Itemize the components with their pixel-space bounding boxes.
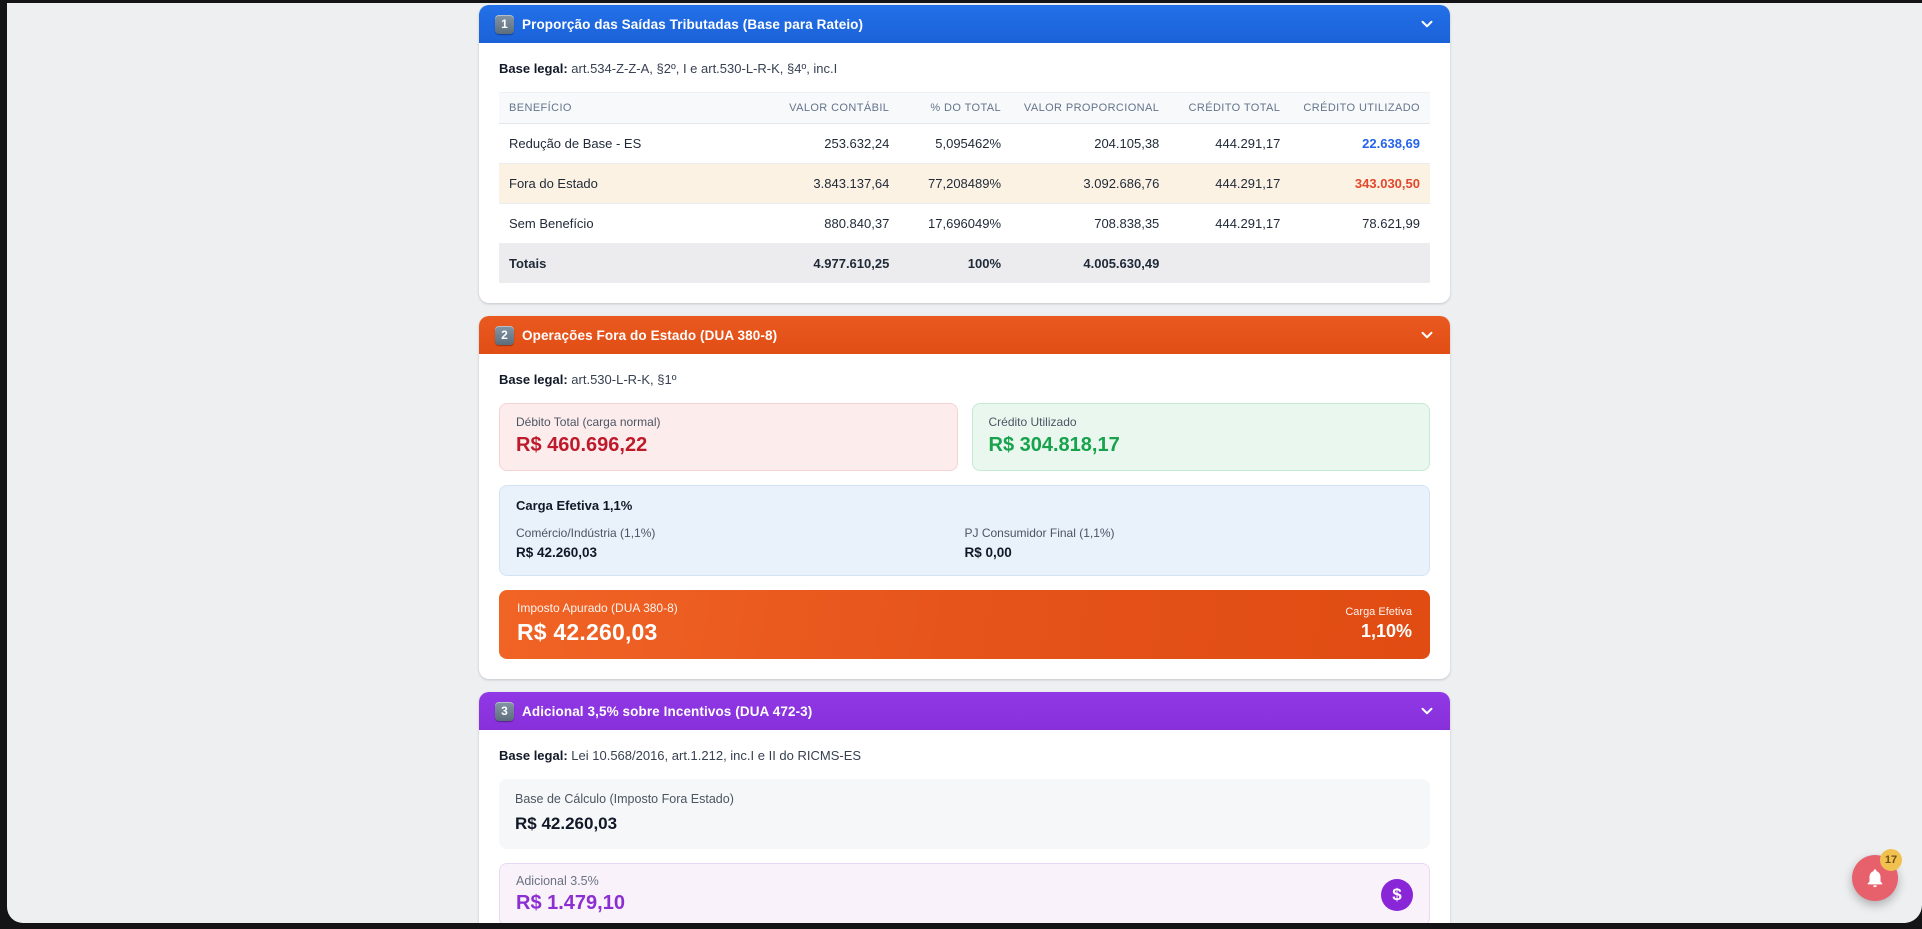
section3-body: Base legal: Lei 10.568/2016, art.1.212, …: [479, 730, 1450, 923]
cell-valor-contabil: 3.843.137,64: [750, 164, 899, 204]
main-content: 1 Proporção das Saídas Tributadas (Base …: [479, 3, 1450, 923]
cell-pct: 77,208489%: [899, 164, 1011, 204]
section-operacoes-fora-estado: 2 Operações Fora do Estado (DUA 380-8) B…: [479, 316, 1450, 679]
cell-totals-pct: 100%: [899, 244, 1011, 284]
cell-benefit: Sem Benefício: [499, 204, 750, 244]
imposto-apurado-block: Imposto Apurado (DUA 380-8) R$ 42.260,03: [517, 601, 678, 646]
credito-utilizado-value: R$ 304.818,17: [989, 434, 1414, 457]
table-totals-row: Totais 4.977.610,25 100% 4.005.630,49: [499, 244, 1430, 284]
col-pct-total: % DO TOTAL: [899, 93, 1011, 124]
section1-base-legal: Base legal: art.534-Z-Z-A, §2º, I e art.…: [499, 61, 1430, 76]
col-valor-contabil: VALOR CONTÁBIL: [750, 93, 899, 124]
keycap-3-icon: 3: [495, 702, 514, 721]
section2-title: Operações Fora do Estado (DUA 380-8): [522, 328, 777, 343]
base-legal-label: Base legal:: [499, 748, 568, 763]
cell-valor-contabil: 880.840,37: [750, 204, 899, 244]
cell-valor-proporcional: 204.105,38: [1011, 124, 1169, 164]
banner-carga-efetiva-value: 1,10%: [1345, 621, 1412, 642]
section1-title: Proporção das Saídas Tributadas (Base pa…: [522, 17, 863, 32]
pj-consumidor-block: PJ Consumidor Final (1,1%) R$ 0,00: [965, 526, 1414, 560]
keycap-2-icon: 2: [495, 326, 514, 345]
cell-credito-utilizado: 78.621,99: [1290, 204, 1430, 244]
cell-benefit: Redução de Base - ES: [499, 124, 750, 164]
base-legal-text: art.534-Z-Z-A, §2º, I e art.530-L-R-K, §…: [571, 61, 837, 76]
cell-credito-total: 444.291,17: [1169, 164, 1290, 204]
section2-header[interactable]: 2 Operações Fora do Estado (DUA 380-8): [479, 316, 1450, 354]
section2-base-legal: Base legal: art.530-L-R-K, §1º: [499, 372, 1430, 387]
section-proporcao-saidas: 1 Proporção das Saídas Tributadas (Base …: [479, 5, 1450, 303]
debito-total-value: R$ 460.696,22: [516, 434, 941, 457]
rateio-table: BENEFÍCIO VALOR CONTÁBIL % DO TOTAL VALO…: [499, 92, 1430, 283]
table-row: Redução de Base - ES 253.632,24 5,095462…: [499, 124, 1430, 164]
chevron-down-icon[interactable]: [1418, 326, 1436, 344]
carga-efetiva-grid: Comércio/Indústria (1,1%) R$ 42.260,03 P…: [516, 526, 1413, 560]
cell-totals-label: Totais: [499, 244, 750, 284]
col-credito-total: CRÉDITO TOTAL: [1169, 93, 1290, 124]
cell-totals-credito-utilizado: [1290, 244, 1430, 284]
bell-icon: [1864, 867, 1886, 889]
cell-valor-proporcional: 708.838,35: [1011, 204, 1169, 244]
cell-credito-total: 444.291,17: [1169, 204, 1290, 244]
cell-credito-utilizado: 22.638,69: [1290, 124, 1430, 164]
table-row: Sem Benefício 880.840,37 17,696049% 708.…: [499, 204, 1430, 244]
cell-totals-valor-proporcional: 4.005.630,49: [1011, 244, 1169, 284]
pj-consumidor-value: R$ 0,00: [965, 545, 1414, 560]
col-credito-utilizado: CRÉDITO UTILIZADO: [1290, 93, 1430, 124]
dollar-circle-icon: $: [1381, 879, 1413, 911]
cell-pct: 5,095462%: [899, 124, 1011, 164]
chevron-down-icon[interactable]: [1418, 15, 1436, 33]
col-beneficio: BENEFÍCIO: [499, 93, 750, 124]
carga-efetiva-card: Carga Efetiva 1,1% Comércio/Indústria (1…: [499, 485, 1430, 576]
carga-efetiva-title: Carga Efetiva 1,1%: [516, 498, 1413, 513]
table-row-highlighted: Fora do Estado 3.843.137,64 77,208489% 3…: [499, 164, 1430, 204]
col-valor-proporcional: VALOR PROPORCIONAL: [1011, 93, 1169, 124]
section1-body: Base legal: art.534-Z-Z-A, §2º, I e art.…: [479, 43, 1450, 303]
section3-base-legal: Base legal: Lei 10.568/2016, art.1.212, …: [499, 748, 1430, 763]
credito-utilizado-card: Crédito Utilizado R$ 304.818,17: [972, 403, 1431, 471]
cell-benefit: Fora do Estado: [499, 164, 750, 204]
imposto-apurado-value: R$ 42.260,03: [517, 619, 678, 646]
adicional-value: R$ 1.479,10: [516, 892, 625, 915]
carga-efetiva-block: Carga Efetiva 1,10%: [1345, 606, 1412, 642]
notifications-badge: 17: [1880, 849, 1902, 871]
cell-valor-proporcional: 3.092.686,76: [1011, 164, 1169, 204]
section3-title: Adicional 3,5% sobre Incentivos (DUA 472…: [522, 704, 812, 719]
credito-utilizado-label: Crédito Utilizado: [989, 415, 1414, 429]
section-adicional-incentivos: 3 Adicional 3,5% sobre Incentivos (DUA 4…: [479, 692, 1450, 923]
cell-pct: 17,696049%: [899, 204, 1011, 244]
debito-total-label: Débito Total (carga normal): [516, 415, 941, 429]
base-legal-text: Lei 10.568/2016, art.1.212, inc.I e II d…: [571, 748, 861, 763]
base-legal-label: Base legal:: [499, 372, 568, 387]
cell-totals-valor-contabil: 4.977.610,25: [750, 244, 899, 284]
adicional-label: Adicional 3.5%: [516, 874, 625, 888]
debito-total-card: Débito Total (carga normal) R$ 460.696,2…: [499, 403, 958, 471]
section3-header[interactable]: 3 Adicional 3,5% sobre Incentivos (DUA 4…: [479, 692, 1450, 730]
comercio-industria-value: R$ 42.260,03: [516, 545, 965, 560]
chevron-down-icon[interactable]: [1418, 702, 1436, 720]
pj-consumidor-label: PJ Consumidor Final (1,1%): [965, 526, 1414, 540]
section1-header[interactable]: 1 Proporção das Saídas Tributadas (Base …: [479, 5, 1450, 43]
stat-cards-row: Débito Total (carga normal) R$ 460.696,2…: [499, 403, 1430, 471]
banner-carga-efetiva-label: Carga Efetiva: [1345, 606, 1412, 618]
comercio-industria-label: Comércio/Indústria (1,1%): [516, 526, 965, 540]
base-calculo-label: Base de Cálculo (Imposto Fora Estado): [515, 792, 1414, 806]
adicional-block: Adicional 3.5% R$ 1.479,10: [516, 874, 625, 915]
app-page: 1 Proporção das Saídas Tributadas (Base …: [7, 3, 1922, 923]
imposto-apurado-label: Imposto Apurado (DUA 380-8): [517, 601, 678, 615]
adicional-card: Adicional 3.5% R$ 1.479,10 $: [499, 863, 1430, 923]
keycap-1-icon: 1: [495, 15, 514, 34]
table-header-row: BENEFÍCIO VALOR CONTÁBIL % DO TOTAL VALO…: [499, 93, 1430, 124]
imposto-apurado-banner: Imposto Apurado (DUA 380-8) R$ 42.260,03…: [499, 590, 1430, 659]
base-calculo-value: R$ 42.260,03: [515, 814, 1414, 834]
comercio-industria-block: Comércio/Indústria (1,1%) R$ 42.260,03: [516, 526, 965, 560]
cell-credito-total: 444.291,17: [1169, 124, 1290, 164]
notifications-button[interactable]: 17: [1852, 855, 1898, 901]
section2-body: Base legal: art.530-L-R-K, §1º Débito To…: [479, 354, 1450, 679]
cell-totals-credito-total: [1169, 244, 1290, 284]
base-calculo-card: Base de Cálculo (Imposto Fora Estado) R$…: [499, 779, 1430, 849]
base-legal-text: art.530-L-R-K, §1º: [571, 372, 676, 387]
cell-valor-contabil: 253.632,24: [750, 124, 899, 164]
cell-credito-utilizado: 343.030,50: [1290, 164, 1430, 204]
base-legal-label: Base legal:: [499, 61, 568, 76]
